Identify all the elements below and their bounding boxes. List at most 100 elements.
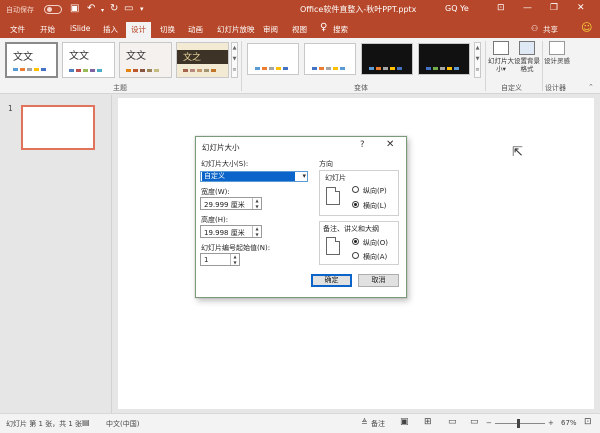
customize-group-label: 自定义 xyxy=(501,84,522,92)
tab-file[interactable]: 文件 xyxy=(10,24,25,35)
language-status[interactable]: 中文(中国) xyxy=(106,419,139,429)
theme-text: 文文 xyxy=(13,52,33,63)
variant-thumbnail[interactable] xyxy=(361,43,413,75)
slides-portrait-radio[interactable] xyxy=(352,186,359,193)
slides-orientation-group: 幻灯片 纵向(P) 横向(L) xyxy=(319,170,399,216)
slides-portrait-label: 纵向(P) xyxy=(363,187,387,195)
user-name[interactable]: GQ Ye xyxy=(445,4,469,13)
undo-dropdown-icon[interactable]: ▾ xyxy=(101,7,104,14)
theme-thumbnail[interactable]: 文文 xyxy=(119,42,172,78)
redo-icon[interactable]: ↻ xyxy=(110,3,118,14)
variant-thumbnail[interactable] xyxy=(304,43,356,75)
slide-number: 1 xyxy=(8,104,13,113)
notes-icon[interactable]: ≜ xyxy=(361,418,368,427)
slide-size-value: 自定义 xyxy=(202,172,295,181)
variants-gallery-scroll[interactable]: ▲ ▼ ≡ xyxy=(474,42,481,78)
share-icon[interactable]: ⚇ xyxy=(531,24,538,33)
height-input[interactable]: 19.998 厘米 ▲ ▼ xyxy=(200,225,262,238)
notes-group-label: 备注、讲义和大纲 xyxy=(323,225,379,233)
smiley-icon[interactable]: ☺ xyxy=(581,21,592,34)
number-from-stepper[interactable]: ▲ ▼ xyxy=(230,254,239,265)
tab-transitions[interactable]: 切换 xyxy=(160,24,175,35)
tab-animations[interactable]: 动画 xyxy=(188,24,203,35)
dialog-title: 幻灯片大小 xyxy=(202,143,240,152)
autosave-toggle[interactable] xyxy=(44,5,62,14)
format-background-button[interactable]: 设置背景格式 xyxy=(514,41,540,73)
slide-size-dialog: 幻灯片大小 ? ✕ 幻灯片大小(S): 自定义 ▾ 宽度(W): 29.999 … xyxy=(195,136,407,298)
theme-thumbnail[interactable]: 文文 xyxy=(5,42,58,78)
tab-slideshow[interactable]: 幻灯片放映 xyxy=(217,24,255,35)
themes-gallery-scroll[interactable]: ▲ ▼ ≡ xyxy=(231,42,238,78)
notes-landscape-radio[interactable] xyxy=(352,252,359,259)
theme-text: 文文 xyxy=(126,51,146,62)
close-window-icon[interactable]: ✕ xyxy=(577,3,585,13)
fit-slide-icon[interactable]: ⊡ xyxy=(584,417,592,427)
ok-button[interactable]: 确定 xyxy=(311,274,352,287)
zoom-slider-track[interactable] xyxy=(495,423,545,424)
search-label[interactable]: 搜索 xyxy=(333,24,348,35)
normal-view-icon[interactable]: ▣ xyxy=(400,417,409,427)
reading-view-icon[interactable]: ▭ xyxy=(448,417,457,427)
slide-size-icon xyxy=(493,41,509,55)
theme-thumbnail[interactable]: 文文 xyxy=(62,42,115,78)
restore-icon[interactable]: ❐ xyxy=(550,3,558,13)
slide-size-select[interactable]: 自定义 ▾ xyxy=(200,171,308,182)
tab-view[interactable]: 视图 xyxy=(292,24,307,35)
slides-panel: 1 xyxy=(0,95,112,413)
notes-portrait-label: 纵向(O) xyxy=(363,239,388,247)
number-from-input[interactable]: 1 ▲ ▼ xyxy=(200,253,240,266)
slideshow-icon[interactable]: ▭ xyxy=(124,3,133,14)
zoom-out-button[interactable]: − xyxy=(486,419,492,427)
slide-size-label: 幻灯片大小 xyxy=(488,57,514,73)
width-value: 29.999 厘米 xyxy=(204,201,245,209)
design-ideas-button[interactable]: 设计灵感 xyxy=(544,41,570,65)
collapse-ribbon-icon[interactable]: ⌃ xyxy=(588,83,594,91)
notes-button[interactable]: 备注 xyxy=(371,419,385,429)
ribbon-tabs: 文件 开始 iSlide 插入 设计 切换 动画 幻灯片放映 审阅 视图 ♀ 搜… xyxy=(0,21,600,38)
variant-thumbnail[interactable] xyxy=(418,43,470,75)
width-input[interactable]: 29.999 厘米 ▲ ▼ xyxy=(200,197,262,210)
slide-size-arrow: ▾ xyxy=(502,65,506,73)
status-bar: 幻灯片 第 1 张，共 1 张 ▤ 中文(中国) ≜ 备注 ▣ ⊞ ▭ ▭ − … xyxy=(0,413,600,433)
spellcheck-icon[interactable]: ▤ xyxy=(82,418,90,427)
slide-sorter-icon[interactable]: ⊞ xyxy=(424,417,432,427)
notes-portrait-radio[interactable] xyxy=(352,238,359,245)
customize-qat-icon[interactable]: ▾ xyxy=(140,5,144,13)
cancel-button[interactable]: 取消 xyxy=(358,274,399,287)
tab-design[interactable]: 设计 xyxy=(126,22,151,38)
close-icon[interactable]: ✕ xyxy=(386,139,394,150)
slides-landscape-label: 横向(L) xyxy=(363,202,387,210)
width-stepper[interactable]: ▲ ▼ xyxy=(252,198,261,209)
slideshow-view-icon[interactable]: ▭ xyxy=(470,417,479,427)
mouse-cursor-icon: ⇱ xyxy=(512,145,523,160)
height-stepper[interactable]: ▲ ▼ xyxy=(252,226,261,237)
tell-me-icon[interactable]: ♀ xyxy=(320,22,327,33)
zoom-slider-thumb[interactable] xyxy=(517,419,520,428)
autosave-label: 自动保存 xyxy=(6,6,34,14)
share-button[interactable]: 共享 xyxy=(543,24,558,35)
notes-orientation-group: 备注、讲义和大纲 纵向(O) 横向(A) xyxy=(319,221,399,265)
tab-home[interactable]: 开始 xyxy=(40,24,55,35)
help-icon[interactable]: ? xyxy=(360,140,365,150)
tab-islide[interactable]: iSlide xyxy=(70,24,90,33)
slide-size-button[interactable]: 幻灯片大小▾ xyxy=(488,41,514,73)
undo-icon[interactable]: ↶ xyxy=(87,3,95,14)
number-from-label: 幻灯片编号起始值(N): xyxy=(201,244,271,252)
ribbon-display-icon[interactable]: ⊡ xyxy=(497,3,505,13)
zoom-in-button[interactable]: + xyxy=(548,419,554,427)
zoom-level[interactable]: 67% xyxy=(561,419,577,427)
save-icon[interactable]: ▣ xyxy=(70,3,79,14)
variant-thumbnail[interactable] xyxy=(247,43,299,75)
theme-text: 文文 xyxy=(69,51,89,62)
design-ideas-label: 设计灵感 xyxy=(544,57,570,65)
theme-thumbnail[interactable]: 文之 xyxy=(176,42,229,78)
minimize-icon[interactable]: — xyxy=(523,3,532,13)
designer-group-label: 设计器 xyxy=(545,84,566,92)
title-bar: 自动保存 ▣ ↶ ▾ ↻ ▭ ▾ Office软件直整入-秋叶PPT.pptx … xyxy=(0,0,600,21)
tab-review[interactable]: 审阅 xyxy=(263,24,278,35)
slide-count-status: 幻灯片 第 1 张，共 1 张 xyxy=(6,420,83,428)
slide-thumbnail[interactable] xyxy=(21,105,95,150)
slides-landscape-radio[interactable] xyxy=(352,201,359,208)
tab-insert[interactable]: 插入 xyxy=(103,24,118,35)
portrait-page-icon xyxy=(326,187,340,205)
